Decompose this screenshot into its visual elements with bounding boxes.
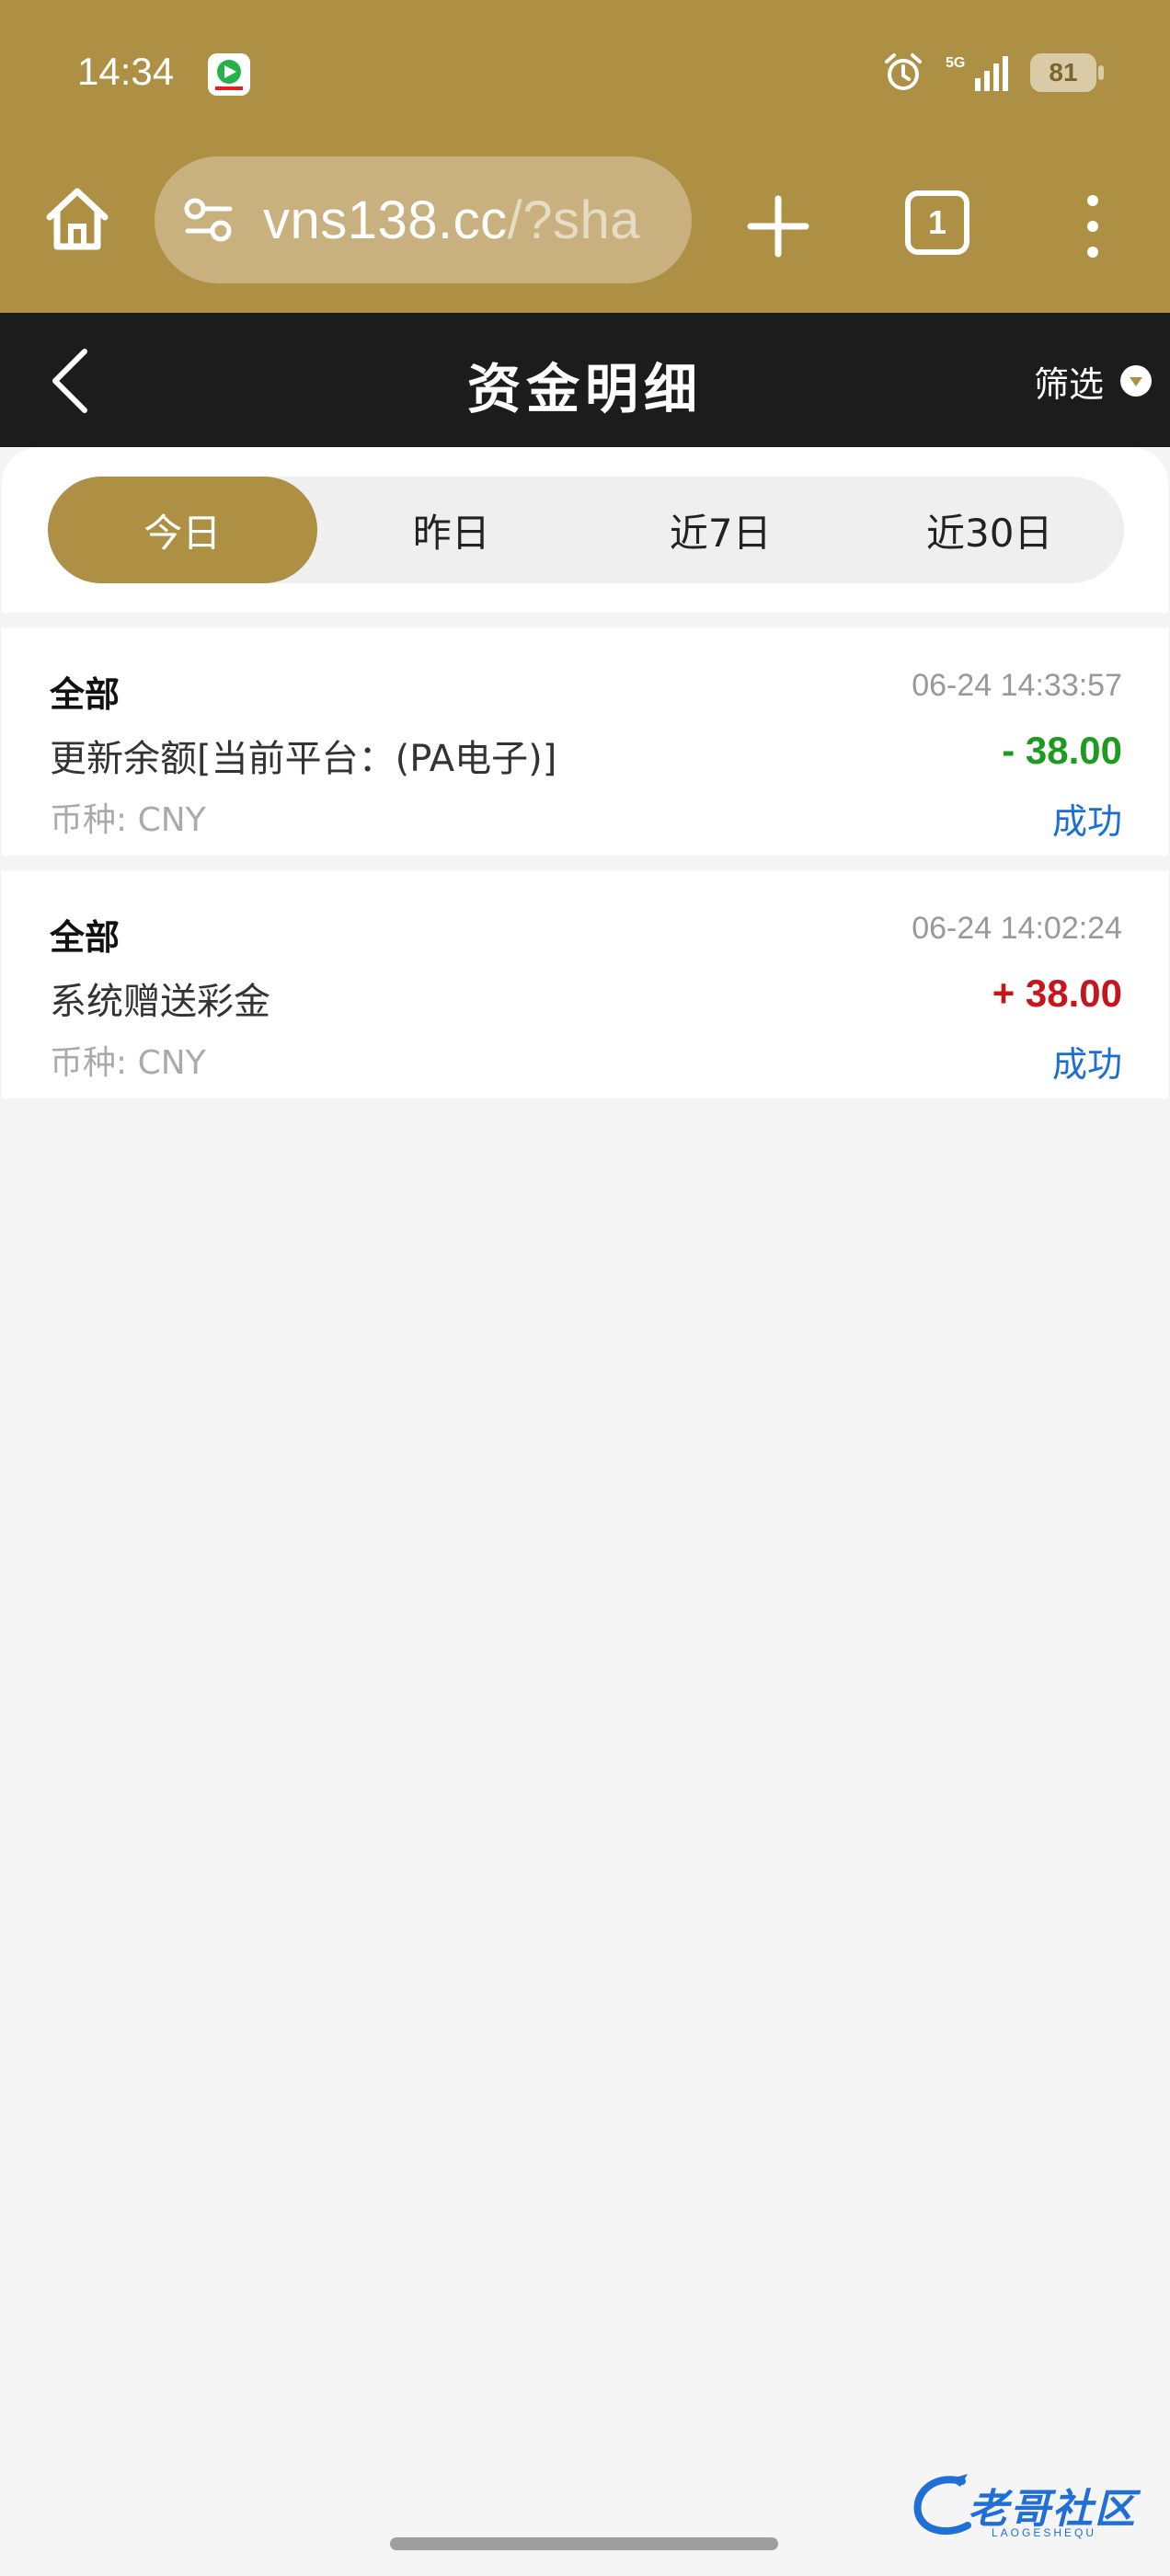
record-currency: 币种: CNY (50, 801, 206, 839)
site-settings-icon[interactable] (182, 193, 235, 247)
signal-icon: 5G (946, 55, 1008, 91)
record-category: 全部 (50, 917, 120, 958)
plus-icon[interactable] (743, 191, 813, 261)
home-icon[interactable] (40, 182, 114, 256)
record-description: 更新余额[当前平台：(PA电子)] (50, 738, 557, 780)
home-indicator[interactable] (390, 2537, 778, 2550)
record-amount: + 38.00 (992, 972, 1122, 1015)
filter-dropdown-icon (1120, 365, 1152, 397)
url-domain: vns138.cc (263, 190, 508, 250)
page-title: 资金明细 (466, 358, 703, 420)
tab-yesterday[interactable]: 昨日 (317, 477, 587, 583)
url-path: /?sha (507, 190, 641, 250)
tab-today[interactable]: 今日 (48, 477, 317, 583)
battery-indicator: 81 (1030, 53, 1104, 92)
record-status: 成功 (1051, 1044, 1122, 1085)
tab-last-7-days[interactable]: 近7日 (586, 477, 855, 583)
svg-text:5G: 5G (946, 55, 965, 71)
page-header: 资金明细 筛选 (0, 313, 1170, 447)
status-icons: 5G 81 (881, 48, 1104, 98)
alarm-icon (885, 53, 922, 90)
record-status: 成功 (1051, 801, 1122, 842)
tabs-icon[interactable]: 1 (905, 190, 969, 255)
record-amount: - 38.00 (1002, 729, 1122, 772)
more-vertical-icon[interactable] (1074, 190, 1111, 263)
filter-label: 筛选 (1033, 363, 1104, 405)
record-currency: 币种: CNY (50, 1044, 206, 1082)
status-time: 14:34 (77, 50, 175, 93)
record-category: 全部 (50, 674, 120, 715)
app-notification-icon (208, 53, 250, 96)
browser-chrome: 14:34 5G 81 vns138.cc/?sha 1 (0, 0, 1170, 313)
filter-button[interactable]: 筛选 (1034, 353, 1152, 408)
list-item[interactable]: 全部 06-24 14:33:57 更新余额[当前平台：(PA电子)] - 38… (2, 627, 1168, 856)
url-text: vns138.cc/?sha (263, 190, 640, 251)
date-range-tabs: 今日 昨日 近7日 近30日 (48, 477, 1124, 583)
record-time: 06-24 14:02:24 (912, 911, 1122, 946)
date-range-card: 今日 昨日 近7日 近30日 (2, 447, 1168, 613)
address-bar[interactable]: vns138.cc/?sha (155, 156, 692, 283)
record-time: 06-24 14:33:57 (912, 668, 1122, 703)
list-item[interactable]: 全部 06-24 14:02:24 系统赠送彩金 + 38.00 币种: CNY… (2, 870, 1168, 1098)
watermark-subtext: LAOGESHEQU (992, 2526, 1097, 2539)
tab-last-30-days[interactable]: 近30日 (855, 477, 1125, 583)
record-description: 系统赠送彩金 (50, 981, 270, 1023)
watermark-logo: 老哥社区 LAOGESHEQU (907, 2466, 1155, 2545)
